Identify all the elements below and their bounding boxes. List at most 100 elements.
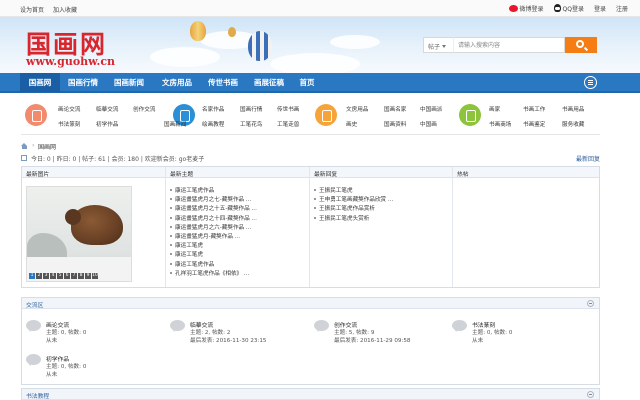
forum-last-post: 从未 [472,338,484,344]
pager-item[interactable]: 2 [36,273,42,279]
home-icon[interactable] [21,143,28,149]
search-input[interactable] [453,37,565,53]
category-link[interactable]: 工笔走兽 [277,120,299,128]
site-header: 国画网 www.guohw.cn 帖子 [0,17,640,73]
pager-item[interactable]: 7 [71,273,77,279]
top-bar-left: 设为首页 加入收藏 [20,5,77,14]
section-header: 书法教程 [22,389,599,400]
category-link[interactable]: 书法篆刻 [58,120,80,128]
list-item[interactable]: 王申勇工笔画藏獒作品欣赏 ... [314,195,393,204]
collapse-icon[interactable] [587,391,594,398]
category-link[interactable]: 画论交流 [58,105,80,113]
pager-item[interactable]: 4 [50,273,56,279]
list-item[interactable]: 康运工笔虎作品 [170,260,257,269]
pager-item[interactable]: 9 [85,273,91,279]
forum-bubble-icon [452,320,467,332]
top-bar: 设为首页 加入收藏 微博登录 QQ登录 登录 注册 [0,0,640,17]
category-link[interactable]: 国画资料 [384,120,406,128]
nav-item-news[interactable]: 国画新闻 [108,73,150,92]
category-link[interactable]: 文房用品 [346,105,368,113]
latest-replies-list: 王振民工笔虎 王申勇工笔画藏獒作品欣赏 ... 王振民工笔虎作品赏析 王振民工笔… [314,186,393,223]
portal-header: 最新图片 最新主题 最新回复 热帖 [22,167,599,178]
category-link[interactable]: 工笔花鸟 [240,120,262,128]
pager-item[interactable]: 5 [57,273,63,279]
list-item[interactable]: 康运工笔虎 [170,241,257,250]
nav-item-exhibition[interactable]: 画展征稿 [248,73,290,92]
add-favorite-link[interactable]: 加入收藏 [53,5,77,14]
search-type-label: 帖子 [428,44,441,51]
pager-item[interactable]: 6 [64,273,70,279]
weibo-login-link[interactable]: 微博登录 [508,4,544,13]
category-link[interactable]: 绘画教程 [202,120,224,128]
list-item[interactable]: 王振民工笔虎作品赏析 [314,204,393,213]
category-link[interactable]: 中国画派 [420,105,442,113]
menu-icon[interactable] [584,76,597,89]
category-link[interactable]: 初学作品 [96,120,118,128]
category-link[interactable]: 画史 [346,120,357,128]
latest-topics-list: 康运工笔虎作品 康运畫猛虎月之七-藏獒作品 ... 康运畫猛虎月之十五-藏獒作品… [170,186,257,278]
list-item[interactable]: 王振民工笔虎 [314,186,393,195]
forum-item: 创作交流 主题: 5, 帖数: 9 最后发表: 2016-11-29 09:58 [314,318,454,348]
breadcrumb-current[interactable]: 国画网 [38,142,56,151]
nav-item-market[interactable]: 国画行情 [62,73,104,92]
category-link[interactable]: 国画新闻 [164,120,186,128]
qq-login-label: QQ登录 [562,6,584,13]
chevron-down-icon [442,45,447,48]
featured-image[interactable]: 1 2 3 4 5 6 7 8 9 10 [26,186,132,282]
category-link[interactable]: 画家 [489,105,500,113]
category-link[interactable]: 临摹交流 [96,105,118,113]
list-item[interactable]: 康运畫猛虎月之十四-藏獒作品 ... [170,214,257,223]
list-item[interactable]: 王振民工笔虎头赏析 [314,214,393,223]
register-link[interactable]: 注册 [616,4,628,13]
main-nav: 国画网 国画行情 国画新闻 文房用品 传世书画 画展征稿 首页 [0,73,640,93]
category-link[interactable]: 书画商场 [489,120,511,128]
pager-item[interactable]: 1 [29,273,35,279]
section-title[interactable]: 书法教程 [26,391,49,400]
nav-item-classics[interactable]: 传世书画 [202,73,244,92]
category-link[interactable]: 名家作品 [202,105,224,113]
section-title[interactable]: 交流区 [26,300,43,309]
category-link[interactable]: 书画鉴定 [523,120,545,128]
latest-reply-link[interactable]: 最新回复 [576,154,600,163]
list-item[interactable]: 康运畫猛虎月之六-藏獒作品 ... [170,223,257,232]
forum-meta: 主题: 2, 帖数: 2 [190,330,231,336]
cloud-decoration [150,47,220,67]
category-link[interactable]: 书画工作 [523,105,545,113]
search-button[interactable] [565,37,597,53]
forum-meta: 主题: 0, 帖数: 0 [46,364,87,370]
list-item[interactable]: 康运畫猛虎月之十五-藏獒作品 ... [170,204,257,213]
category-link[interactable]: 创作交流 [133,105,155,113]
pager-item[interactable]: 3 [43,273,49,279]
nav-item-home[interactable]: 国画网 [20,73,60,92]
qq-login-link[interactable]: QQ登录 [553,4,584,13]
collapse-icon[interactable] [587,300,594,307]
nav-item-supplies[interactable]: 文房用品 [156,73,198,92]
category-link[interactable]: 国画行情 [240,105,262,113]
list-item[interactable]: 康运工笔虎 [170,250,257,259]
login-link[interactable]: 登录 [594,4,606,13]
cloud-decoration [330,35,380,49]
list-item[interactable]: 康运畫猛虎月-藏獒作品 ... [170,232,257,241]
search-bar: 帖子 [423,37,597,53]
weibo-icon [508,5,518,12]
set-home-link[interactable]: 设为首页 [20,5,44,14]
category-link[interactable]: 中国画 [420,120,437,128]
forum-section: 交流区 画论交流 主题: 0, 帖数: 0 从未 临摹交流 主题: 2, 帖数:… [21,297,600,385]
nav-item-index[interactable]: 首页 [294,73,320,92]
category-link[interactable]: 服务收藏 [562,120,584,128]
search-type-select[interactable]: 帖子 [423,37,453,53]
forum-stats: 今日: 0 | 昨日: 0 | 帖子: 61 | 会员: 180 | 欢迎新会员… [21,154,600,163]
list-item[interactable]: 孔祥羽工笔虎作品《相依》 ... [170,269,257,278]
category-link[interactable]: 书画用品 [562,105,584,113]
forum-item: 书法篆刻 主题: 0, 帖数: 0 从未 [452,318,592,348]
list-item[interactable]: 康运工笔虎作品 [170,186,257,195]
pager-item[interactable]: 8 [78,273,84,279]
divider [452,167,453,287]
list-item[interactable]: 康运畫猛虎月之七-藏獒作品 ... [170,195,257,204]
category-link[interactable]: 国画名家 [384,105,406,113]
forum-bubble-icon [26,320,41,332]
site-logo-url: www.guohw.cn [26,55,116,68]
category-link[interactable]: 传世书画 [277,105,299,113]
balloon-decoration [228,27,236,37]
pager-item[interactable]: 10 [92,273,98,279]
